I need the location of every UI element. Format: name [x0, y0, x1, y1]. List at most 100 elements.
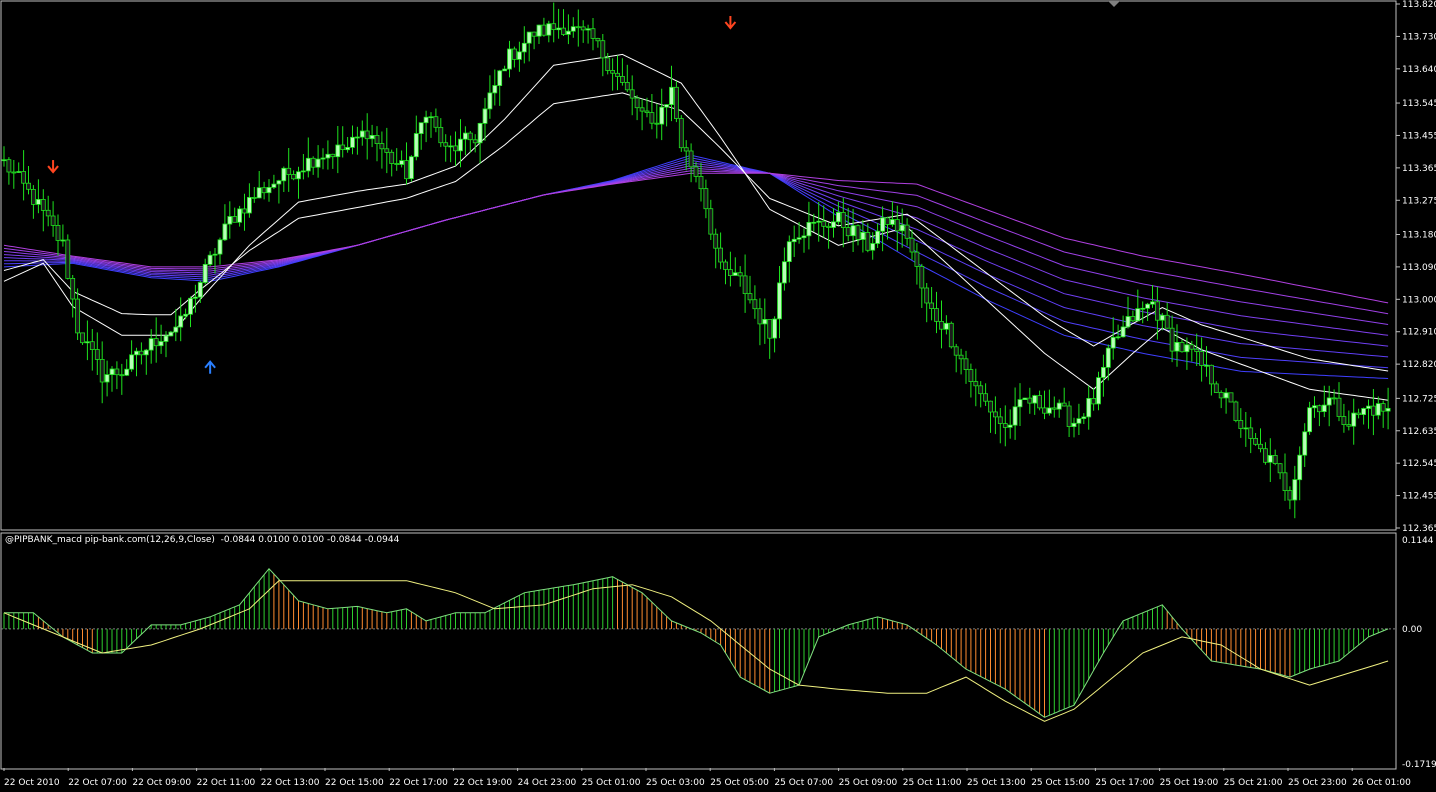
candle-body [934, 308, 939, 322]
candle-body [585, 28, 591, 31]
candle-body [762, 318, 768, 325]
candle-body [1361, 408, 1366, 415]
indicator-pane [1, 567, 1396, 722]
candle-body [791, 238, 797, 243]
candle-body [742, 275, 748, 294]
candle-body [507, 48, 512, 70]
candle-body [1071, 422, 1077, 427]
candle-body [21, 171, 27, 184]
candle-body [291, 174, 297, 180]
candle-body [502, 68, 508, 72]
candle-body [1066, 405, 1072, 428]
time-tick-label: 25 Oct 01:00 [582, 778, 641, 788]
candle-body [70, 277, 76, 300]
candle-body [143, 349, 149, 356]
candle-body [850, 225, 856, 237]
candle-body [1101, 366, 1106, 378]
candle-body [1110, 336, 1116, 349]
candle-body [222, 223, 228, 241]
candle-body [487, 92, 493, 110]
candle-body [1258, 443, 1263, 450]
candle-body [703, 188, 709, 210]
shift-marker-icon [1108, 1, 1120, 7]
candle-body [271, 183, 277, 188]
candle-body [477, 123, 483, 144]
candle-body [1366, 405, 1371, 409]
candle-body [89, 341, 95, 351]
candle-body [845, 227, 851, 237]
candle-body [1135, 308, 1141, 322]
candle-body [354, 136, 360, 139]
candle-body [944, 322, 949, 330]
ema-ribbon-line-8 [3, 172, 1389, 304]
indicator-tick-label: 0.00 [1402, 625, 1422, 635]
macd-line [4, 567, 1389, 718]
sell-arrow-icon [47, 160, 59, 174]
ema-ribbon-line-7 [3, 170, 1389, 315]
candle-body [1307, 407, 1312, 433]
time-tick-label: 22 Oct 13:00 [261, 778, 320, 788]
candle-body [315, 158, 321, 168]
candle-body [207, 254, 213, 265]
trading-chart[interactable]: 113.820 113.730 113.640 113.545 113.455 113.3… [0, 0, 1436, 792]
price-tick-label: 113.455 [1402, 131, 1436, 141]
candle-body [251, 196, 257, 199]
candle-body [521, 42, 527, 53]
candle-body [11, 171, 17, 174]
time-tick-label: 25 Oct 07:00 [774, 778, 833, 788]
candle-body [1326, 397, 1332, 406]
candle-body [664, 104, 669, 108]
price-tick-label: 112.455 [1402, 492, 1436, 502]
candle-body [909, 237, 915, 253]
candle-body [659, 106, 665, 125]
candle-body [1189, 344, 1195, 350]
candle-body [1042, 407, 1047, 414]
candle-body [1297, 454, 1303, 481]
candle-body [600, 40, 606, 59]
candle-body [1302, 431, 1308, 456]
candle-body [566, 30, 571, 35]
time-tick-label: 22 Oct 17:00 [389, 778, 448, 788]
candle-body [40, 198, 46, 211]
time-tick-label: 25 Oct 23:00 [1288, 778, 1347, 788]
candle-body [188, 297, 193, 315]
candle-body [890, 219, 895, 225]
candle-body [266, 186, 272, 194]
candle-body [227, 216, 233, 225]
candle-body [894, 219, 900, 232]
candle-body [305, 157, 311, 172]
candle-body [36, 198, 41, 205]
candle-body [379, 143, 385, 150]
price-tick-label: 113.180 [1402, 230, 1436, 240]
candle-body [212, 253, 218, 256]
indicator-tick-label: 0.1144 [1402, 536, 1434, 546]
candle-body [855, 225, 861, 240]
candle-body [202, 263, 208, 283]
sell-arrow-icon [724, 16, 737, 30]
candle-body [919, 265, 925, 289]
candle-body [134, 350, 139, 356]
candle-body [261, 187, 267, 194]
candle-body [443, 142, 449, 147]
candle-body [1056, 402, 1062, 410]
candle-body [620, 76, 625, 83]
candle-body [904, 224, 910, 239]
candle-body [615, 72, 620, 77]
candle-body [1076, 418, 1082, 424]
candle-body [556, 27, 561, 31]
candle-body [796, 237, 802, 240]
candle-body [973, 381, 979, 387]
ema-ribbon-line-4 [3, 162, 1389, 347]
candle-body [747, 293, 753, 301]
candle-body [497, 70, 503, 87]
candle-body [237, 208, 243, 223]
time-tick-label: 26 Oct 01:00 [1352, 778, 1411, 788]
time-tick-label: 25 Oct 05:00 [710, 778, 769, 788]
candle-body [158, 341, 164, 347]
candle-body [1164, 314, 1170, 329]
price-pane [1, 2, 1391, 519]
candle-body [988, 400, 993, 413]
candle-body [816, 220, 822, 223]
candle-body [1321, 404, 1327, 413]
candle-body [1159, 314, 1165, 321]
